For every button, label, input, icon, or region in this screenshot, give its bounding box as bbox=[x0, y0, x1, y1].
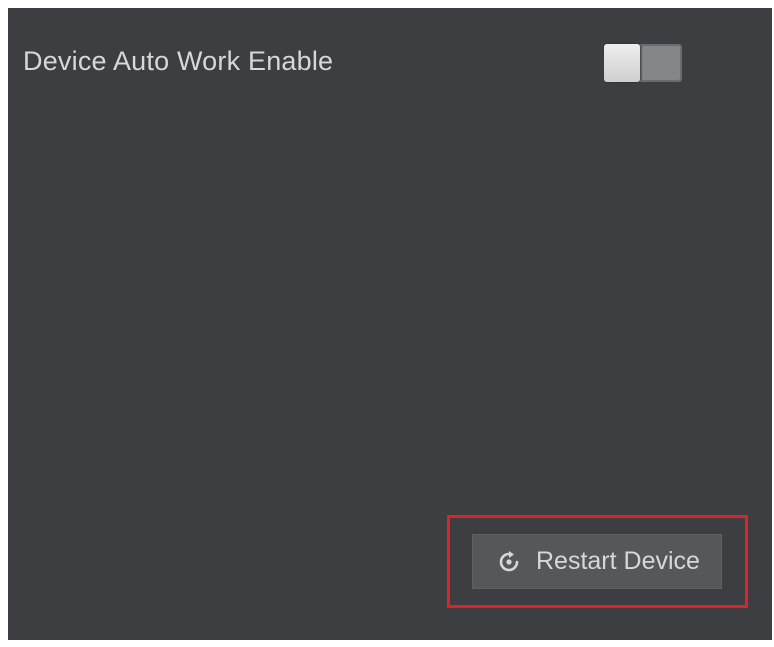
toggle-knob bbox=[604, 44, 640, 82]
restart-device-label: Restart Device bbox=[536, 547, 700, 575]
restart-icon bbox=[498, 550, 520, 573]
auto-work-enable-toggle[interactable] bbox=[604, 44, 682, 82]
restart-device-button[interactable]: Restart Device bbox=[472, 534, 722, 589]
settings-panel: Device Auto Work Enable Restart Device bbox=[8, 8, 772, 640]
toggle-on-side bbox=[642, 46, 680, 80]
auto-work-enable-label: Device Auto Work Enable bbox=[23, 46, 334, 76]
